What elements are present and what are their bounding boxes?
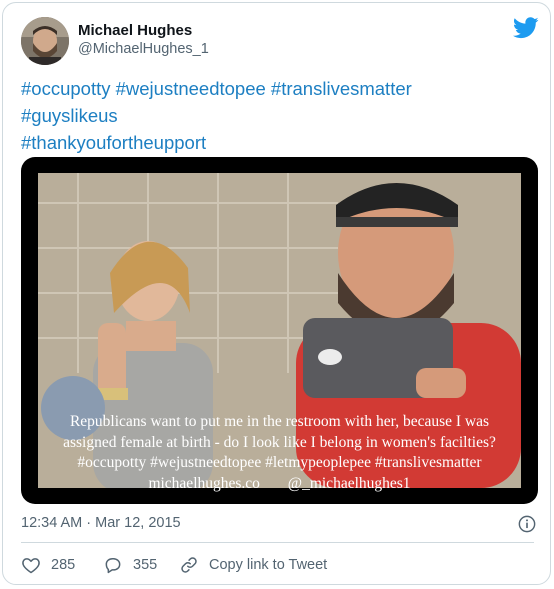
caption-line-3: #occupotty #wejustneedtopee #letmypeople… <box>77 454 482 471</box>
tweet-hashtags-line-2[interactable]: #guyslikeus <box>21 102 541 129</box>
image-caption: Republicans want to put me in the restro… <box>38 412 521 494</box>
reply-icon <box>105 558 121 574</box>
avatar-image <box>21 17 69 65</box>
like-button[interactable]: 285 <box>21 555 75 575</box>
info-icon[interactable] <box>518 515 536 533</box>
author-name[interactable]: Michael Hughes <box>78 22 192 39</box>
reply-button[interactable]: 355 <box>103 555 157 575</box>
link-icon <box>181 557 197 573</box>
tweet-card: Michael Hughes @MichaelHughes_1 #occupot… <box>2 2 551 585</box>
caption-line-2: assigned female at birth - do I look lik… <box>63 433 496 451</box>
caption-handle: @_michaelhughes1 <box>287 474 411 492</box>
author-handle[interactable]: @MichaelHughes_1 <box>78 41 209 57</box>
caption-line-1: Republicans want to put me in the restro… <box>69 413 490 430</box>
twitter-bird-icon[interactable] <box>513 17 539 39</box>
divider <box>21 542 534 543</box>
tweet-hashtags-line-3[interactable]: #thankyoufortheupport <box>21 129 541 156</box>
avatar[interactable] <box>21 17 69 65</box>
tweet-timestamp[interactable]: 12:34 AM · Mar 12, 2015 <box>21 515 181 531</box>
copy-link-label: Copy link to Tweet <box>209 557 328 573</box>
caption-line-4: michaelhughes.co @_michaelhughes1 <box>38 474 521 495</box>
tweet-text: #occupotty #wejustneedtopee #translivesm… <box>21 75 541 156</box>
heart-icon <box>22 558 40 574</box>
tweet-hashtags-line-1[interactable]: #occupotty #wejustneedtopee #translivesm… <box>21 75 541 102</box>
copy-link-button[interactable]: Copy link to Tweet <box>179 555 327 575</box>
tweet-media[interactable]: Republicans want to put me in the restro… <box>21 157 538 504</box>
like-count: 285 <box>51 557 76 573</box>
reply-count: 355 <box>133 557 158 573</box>
caption-website: michaelhughes.co <box>148 474 260 492</box>
